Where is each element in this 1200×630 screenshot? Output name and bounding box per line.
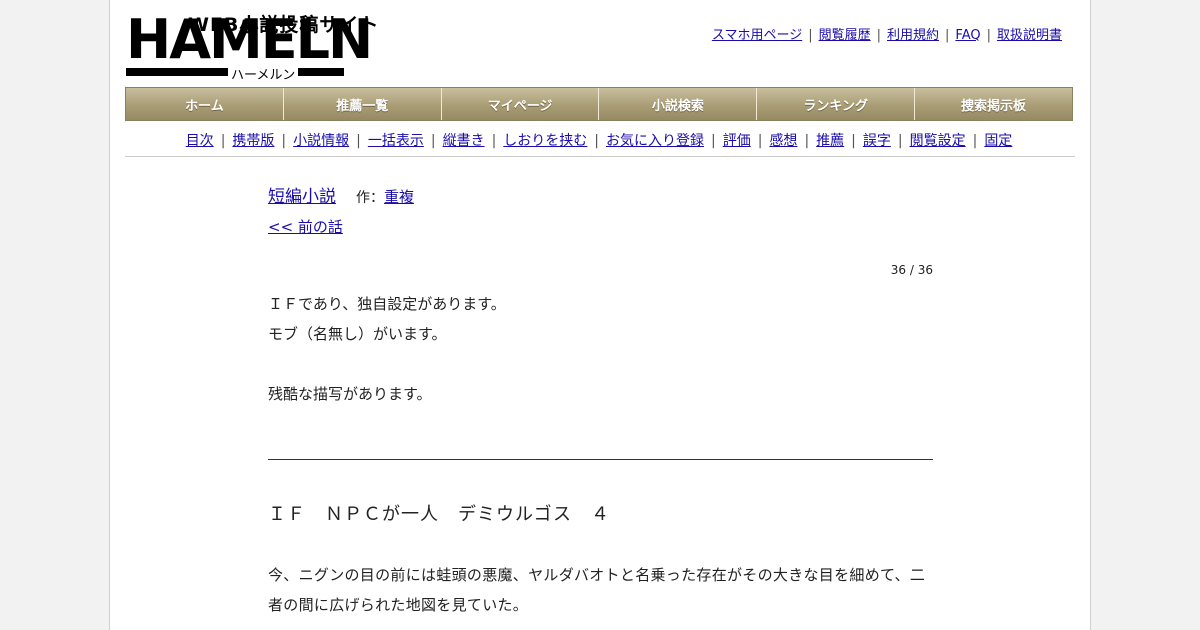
chapter-content: 短編小説 作：重複 << 前の話 36 / 36 ＩＦであり、独自設定があります。… [268,184,933,620]
smartphone-page-link[interactable]: スマホ用ページ [712,28,802,43]
novel-title-link[interactable]: 短編小説 [268,187,336,207]
typo-report-link[interactable]: 誤字 [863,133,891,149]
nav-novel-search[interactable]: 小説検索 [599,88,758,120]
novel-heading: 短編小説 作：重複 [268,184,933,212]
prev-chapter-link[interactable]: << 前の話 [268,218,343,236]
bookmark-link[interactable]: しおりを挟む [503,133,587,149]
nav-mypage[interactable]: マイページ [441,88,600,120]
rating-link[interactable]: 評価 [723,133,751,149]
prev-chapter: << 前の話 [268,216,933,237]
note-line: モブ（名無し）がいます。 [268,325,447,343]
nav-ranking[interactable]: ランキング [757,88,916,120]
vertical-writing-link[interactable]: 縦書き [443,133,485,149]
top-links: スマホ用ページ | 閲覧履歴 | 利用規約 | FAQ | 取扱説明書 [711,28,1062,43]
header-divider [125,156,1075,157]
note-line: 残酷な描写があります。 [268,385,432,403]
review-link[interactable]: 感想 [769,133,797,149]
show-all-link[interactable]: 一括表示 [368,133,424,149]
nav-home[interactable]: ホーム [126,88,284,120]
novel-sub-nav: 目次 | 携帯版 | 小説情報 | 一括表示 | 縦書き | しおりを挟む | お気に入り登録 | 評価 | 感… [185,133,1013,149]
nav-search-board[interactable]: 捜索掲示板 [915,88,1072,120]
logo-kana: ハーメルン [228,64,299,83]
terms-link[interactable]: 利用規約 [887,28,939,43]
global-nav: ホーム 推薦一覧 マイページ 小説検索 ランキング 捜索掲示板 [125,87,1073,121]
logo-tagline: WEB小説投稿サイト [188,14,380,36]
favorite-link[interactable]: お気に入り登録 [606,133,704,149]
novel-info-link[interactable]: 小説情報 [293,133,349,149]
chapter-body: 今、ニグンの目の前には蛙頭の悪魔、ヤルダバオトと名乗った存在がその大きな目を細め… [268,566,926,614]
faq-link[interactable]: FAQ [955,28,980,43]
reading-settings-link[interactable]: 閲覧設定 [910,133,966,149]
page-container: HAMELN WEB小説投稿サイト ハーメルン スマホ用ページ | 閲覧履歴 | 利用規… [109,0,1091,630]
note-line: ＩＦであり、独自設定があります。 [268,295,506,313]
preface-divider [268,459,933,460]
hameln-logo[interactable]: HAMELN WEB小説投稿サイト ハーメルン [126,8,378,83]
mobile-version-link[interactable]: 携帯版 [232,133,274,149]
author-link[interactable]: 重複 [384,188,414,206]
chapter-title: ＩＦ ＮＰＣが一人 デミウルゴス ４ [268,504,610,525]
toc-link[interactable]: 目次 [186,133,214,149]
nav-recommendations[interactable]: 推薦一覧 [283,88,442,120]
history-link[interactable]: 閲覧履歴 [819,28,871,43]
author-label: 作： [356,190,384,206]
preface-notes: ＩＦであり、独自設定があります。 モブ（名無し）がいます。 残酷な描写があります… [268,289,933,409]
chapter-counter: 36 / 36 [890,263,933,277]
manual-link[interactable]: 取扱説明書 [997,28,1062,43]
pin-link[interactable]: 固定 [984,133,1012,149]
note-line-blank [268,349,933,379]
recommend-link[interactable]: 推薦 [816,133,844,149]
